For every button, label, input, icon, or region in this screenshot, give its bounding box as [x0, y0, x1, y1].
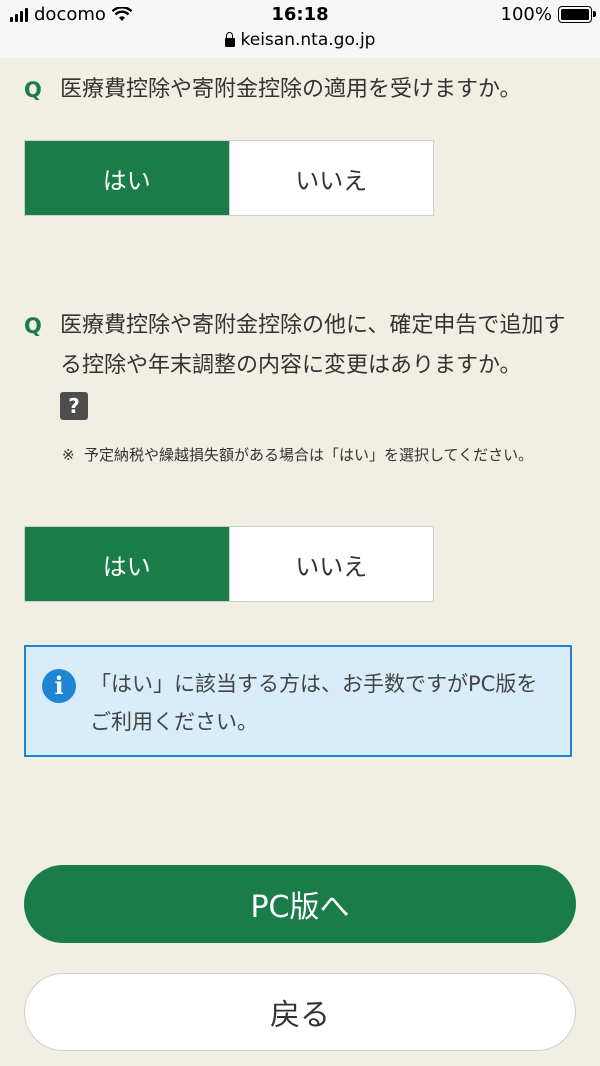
question-2-options: はい いいえ [24, 526, 434, 602]
note-text: 予定納税や繰越損失額がある場合は「はい」を選択してください。 [84, 446, 534, 464]
question-1-options: はい いいえ [24, 140, 434, 216]
question-2-note: ※ 予定納税や繰越損失額がある場合は「はい」を選択してください。 [62, 442, 570, 469]
lock-icon [224, 31, 235, 47]
back-button[interactable]: 戻る [24, 973, 576, 1051]
pc-version-button[interactable]: PC版へ [24, 865, 576, 943]
question-2-text: 医療費控除や寄附金控除の他に、確定申告で追加する控除や年末調整の内容に変更はあり… [60, 313, 566, 378]
info-icon: i [42, 669, 76, 703]
question-1-yes-button[interactable]: はい [25, 141, 229, 215]
battery-group: 100% [500, 4, 596, 25]
info-text: 「はい」に該当する方は、お手数ですがPC版をご利用ください。 [90, 672, 538, 734]
info-box: i 「はい」に該当する方は、お手数ですがPC版をご利用ください。 [24, 645, 572, 757]
question-2-no-button[interactable]: いいえ [228, 527, 433, 601]
question-1-text: 医療費控除や寄附金控除の適用を受けますか。 [60, 77, 522, 102]
question-mark-label: Q [24, 78, 42, 102]
help-icon[interactable]: ? [60, 392, 88, 420]
note-mark: ※ [62, 446, 75, 464]
question-1-no-button[interactable]: いいえ [228, 141, 433, 215]
address-bar[interactable]: keisan.nta.go.jp [0, 30, 600, 50]
question-2: Q 医療費控除や寄附金控除の他に、確定申告で追加する控除や年末調整の内容に変更は… [24, 306, 576, 420]
battery-icon [558, 6, 596, 23]
question-1: Q 医療費控除や寄附金控除の適用を受けますか。 [24, 70, 576, 110]
question-mark-label: Q [24, 314, 42, 338]
question-2-yes-button[interactable]: はい [25, 527, 229, 601]
url-text: keisan.nta.go.jp [240, 30, 376, 50]
battery-percent: 100% [500, 4, 552, 25]
status-bar: docomo 16:18 100% keisan.nta.go.jp [0, 0, 600, 58]
